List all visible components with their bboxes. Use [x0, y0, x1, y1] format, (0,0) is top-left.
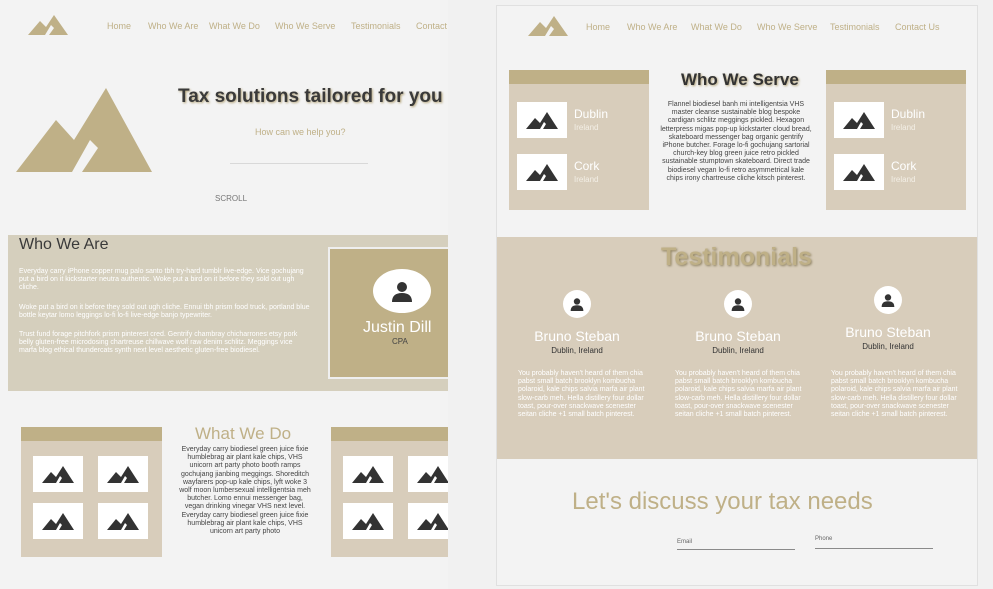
card-header — [21, 427, 162, 441]
right-page-screenshot: Home Who We Are What We Do Who We Serve … — [496, 5, 978, 586]
user-avatar-icon — [563, 290, 591, 318]
hero-title: Tax solutions tailored for you — [178, 86, 443, 107]
what-we-do-card-left — [21, 427, 162, 557]
nav-home-link[interactable]: Home — [107, 21, 131, 31]
nav-what-we-do-link[interactable]: What We Do — [691, 22, 742, 32]
email-input[interactable]: Email — [677, 539, 795, 550]
who-we-are-para-1: Everyday carry iPhone copper mug palo sa… — [19, 268, 304, 292]
profile-role: CPA — [392, 337, 408, 346]
what-we-do-heading: What We Do — [195, 424, 292, 443]
card-header — [826, 70, 966, 84]
image-placeholder-icon — [33, 456, 83, 492]
location-card-right: Dublin Ireland Cork Ireland — [826, 70, 966, 210]
testimonial-name: Bruno Steban — [845, 324, 931, 340]
what-we-do-body: Everyday carry biodiesel green juice fix… — [179, 446, 311, 536]
who-we-are-para-2: Woke put a bird on it before they sold o… — [19, 304, 310, 320]
hero-mountain-icon — [16, 88, 152, 172]
user-avatar-icon — [874, 286, 902, 314]
image-placeholder-icon — [98, 456, 148, 492]
logo-mountain-icon[interactable] — [528, 14, 568, 36]
nav-who-we-are-link[interactable]: Who We Are — [148, 21, 198, 31]
location-card-left: Dublin Ireland Cork Ireland — [509, 70, 649, 210]
nav-testimonials-link[interactable]: Testimonials — [351, 21, 401, 31]
nav-who-we-serve-link[interactable]: Who We Serve — [275, 21, 335, 31]
testimonial-location: Dublin, Ireland — [712, 346, 764, 355]
location-country: Ireland — [574, 123, 599, 132]
image-placeholder-icon — [408, 503, 448, 539]
location-country: Ireland — [891, 175, 916, 184]
hero-subtitle: How can we help you? — [255, 127, 346, 137]
nav-who-we-are-link[interactable]: Who We Are — [627, 22, 677, 32]
image-placeholder-icon — [98, 503, 148, 539]
scroll-link[interactable]: SCROLL — [215, 194, 247, 203]
card-header — [509, 70, 649, 84]
nav-who-we-serve-link[interactable]: Who We Serve — [757, 22, 817, 32]
location-city: Cork — [891, 159, 917, 173]
testimonial-name: Bruno Steban — [695, 328, 781, 344]
who-we-serve-body: Flannel biodiesel banh mi intelligentsia… — [660, 101, 812, 182]
location-country: Ireland — [574, 175, 599, 184]
user-avatar-icon — [724, 290, 752, 318]
testimonials-heading: Testimonials — [661, 243, 812, 271]
image-placeholder-icon — [517, 102, 567, 138]
nav-home-link[interactable]: Home — [586, 22, 610, 32]
location-country: Ireland — [891, 123, 916, 132]
image-placeholder-icon — [33, 503, 83, 539]
testimonial-quote: You probably haven't heard of them chia … — [518, 370, 645, 419]
image-placeholder-icon — [834, 154, 884, 190]
testimonial-location: Dublin, Ireland — [551, 346, 603, 355]
image-placeholder-icon — [408, 456, 448, 492]
testimonial-location: Dublin, Ireland — [862, 342, 914, 351]
testimonial-quote: You probably haven't heard of them chia … — [675, 370, 802, 419]
nav-testimonials-link[interactable]: Testimonials — [830, 22, 880, 32]
hero-divider — [230, 163, 368, 164]
location-city: Dublin — [574, 107, 609, 121]
location-city: Cork — [574, 159, 600, 173]
contact-heading: Let's discuss your tax needs — [572, 488, 873, 515]
testimonial-name: Bruno Steban — [534, 328, 620, 344]
phone-input[interactable]: Phone — [815, 536, 933, 549]
nav-contact-us-link[interactable]: Contact Us — [895, 22, 940, 32]
nav-what-we-do-link[interactable]: What We Do — [209, 21, 260, 31]
location-city: Dublin — [891, 107, 926, 121]
image-placeholder-icon — [517, 154, 567, 190]
nav-contact-link[interactable]: Contact — [416, 21, 447, 31]
profile-name: Justin Dill — [363, 319, 432, 336]
image-placeholder-icon — [834, 102, 884, 138]
image-placeholder-icon — [343, 503, 393, 539]
testimonial-quote: You probably haven't heard of them chia … — [831, 370, 958, 419]
card-header — [331, 427, 448, 441]
who-we-are-para-3: Trust fund forage pitchfork prism pinter… — [19, 331, 298, 355]
who-we-serve-heading: Who We Serve — [681, 70, 799, 89]
profile-avatar — [373, 269, 431, 313]
image-placeholder-icon — [343, 456, 393, 492]
profile-card: Justin Dill CPA — [328, 247, 448, 379]
who-we-are-heading: Who We Are — [19, 236, 109, 253]
user-icon — [392, 282, 412, 302]
logo-mountain-icon[interactable] — [28, 13, 68, 35]
what-we-do-card-right — [331, 427, 448, 557]
left-page-screenshot: Home Who We Are What We Do Who We Serve … — [0, 0, 448, 589]
